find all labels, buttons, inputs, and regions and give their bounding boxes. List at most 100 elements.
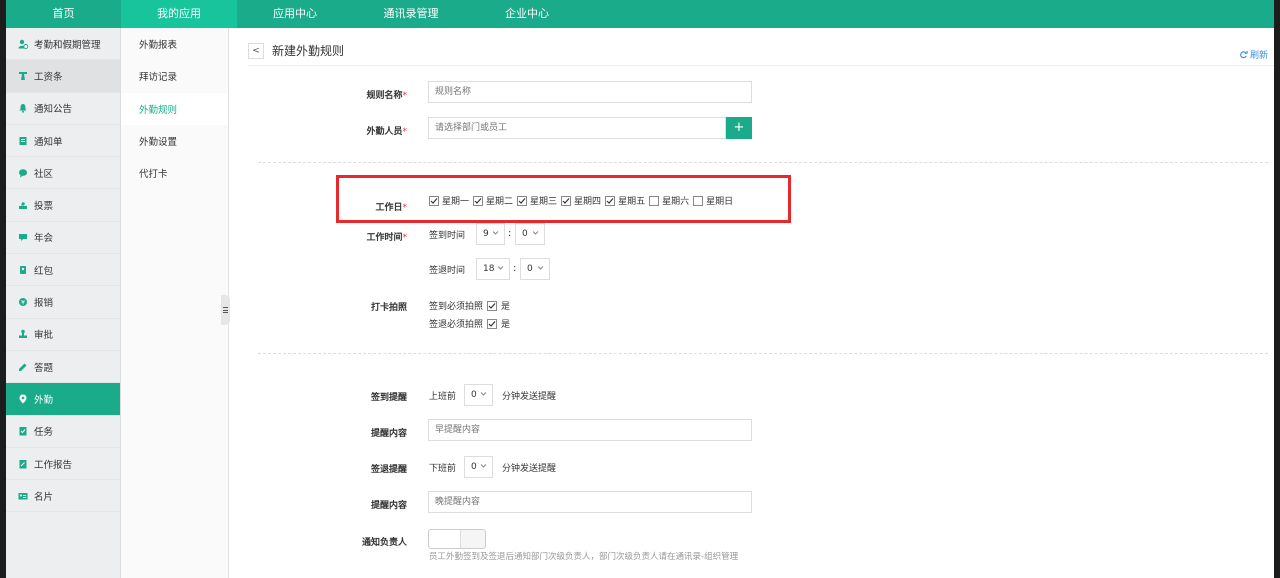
sidebar-item-label: 名片: [34, 491, 54, 503]
menu-icon: [223, 306, 228, 315]
select-value: 0: [471, 390, 477, 400]
vote-icon: [18, 200, 28, 210]
sidebar-item-red-packet[interactable]: 红包: [6, 254, 120, 287]
pencil-icon: [18, 362, 28, 372]
chevron-down-icon: [532, 231, 539, 235]
sidebar-item-notice[interactable]: 通知单: [6, 125, 120, 158]
sign-in-photo-label: 签到必须拍照: [429, 302, 484, 312]
sidebar-item-work-report[interactable]: 工作报告: [6, 448, 120, 481]
sign-in-photo-row: 签到必须拍照 是: [429, 299, 510, 312]
sign-in-hour-select[interactable]: 9: [476, 223, 505, 245]
sign-out-photo-row: 签退必须拍照 是: [429, 317, 510, 330]
sidebar-item-label: 社区: [34, 168, 54, 180]
sidebar-item-vote[interactable]: 投票: [6, 189, 120, 222]
checklist-icon: [18, 426, 28, 436]
sidebar-item-label: 工资条: [34, 71, 63, 83]
report-icon: [18, 459, 28, 469]
sidebar-item-reimbursement[interactable]: ¥ 报销: [6, 286, 120, 319]
section-divider: [258, 162, 1268, 163]
back-button[interactable]: <: [248, 42, 264, 59]
sidebar-item-label: 答题: [34, 362, 54, 374]
chevron-down-icon: [480, 392, 487, 396]
field-staff-label: 外勤人员*: [366, 127, 407, 137]
checkmark-icon: [488, 320, 496, 327]
app-frame: 考勤和假期管理 工资条 通知公告 通知单 社区 投票 年会 红包 ¥ 报销 审批…: [6, 28, 1274, 578]
sub-sidebar: 外勤报表 拜访记录 外勤规则 外勤设置 代打卡: [121, 28, 229, 578]
topnav-contacts[interactable]: 通讯录管理: [353, 0, 469, 28]
topnav-enterprise[interactable]: 企业中心: [469, 0, 585, 28]
time-separator: :: [508, 228, 512, 239]
sidebar-item-label: 审批: [34, 330, 54, 342]
topnav-home[interactable]: 首页: [6, 0, 121, 28]
toggle-knob: [429, 530, 461, 548]
sign-in-reminder-select[interactable]: 0: [464, 384, 493, 406]
sign-out-time-label: 签退时间: [429, 266, 466, 276]
sidebar-item-payslip[interactable]: 工资条: [6, 60, 120, 93]
work-time-label: 工作时间*: [366, 233, 407, 243]
refresh-button[interactable]: 刷新: [1239, 48, 1268, 61]
main-content: < 新建外勤规则 刷新 规则名称* 外勤人员* + 工作日* 星期一 星期二 星…: [230, 28, 1274, 578]
location-pin-icon: [18, 394, 28, 404]
notify-manager-label: 通知负责人: [361, 538, 407, 548]
notify-manager-toggle[interactable]: [428, 529, 486, 549]
svg-text:¥: ¥: [21, 299, 25, 306]
sidebar-item-label: 投票: [34, 201, 54, 213]
workdays-highlight-box: [336, 175, 791, 223]
sidebar-item-label: 年会: [34, 233, 54, 245]
sign-in-photo-value: 是: [501, 302, 511, 312]
sign-out-photo-checkbox[interactable]: [487, 318, 498, 329]
chevron-down-icon: [497, 266, 504, 270]
subnav-proxy-punch[interactable]: 代打卡: [121, 157, 228, 189]
sidebar-item-business-card[interactable]: 名片: [6, 480, 120, 513]
sign-in-reminder-label: 签到提醒: [370, 393, 407, 403]
subnav-field-rules[interactable]: 外勤规则: [121, 92, 228, 125]
morning-reminder-input[interactable]: [428, 419, 752, 441]
sidebar-item-approval[interactable]: 审批: [6, 319, 120, 351]
subnav-field-settings[interactable]: 外勤设置: [121, 125, 228, 157]
notify-manager-hint: 员工外勤签到及签退后通知部门次级负责人，部门次级负责人请在通讯录-组织管理: [429, 552, 739, 562]
select-value: 0: [527, 264, 533, 274]
sign-out-photo-value: 是: [501, 320, 511, 330]
checkmark-icon: [488, 302, 496, 309]
sign-out-minute-select[interactable]: 0: [520, 258, 550, 280]
subnav-visit-records[interactable]: 拜访记录: [121, 60, 228, 92]
sidebar-item-label: 通知单: [34, 136, 63, 148]
sidebar-item-label: 工作报告: [34, 459, 73, 471]
sidebar-item-field-work[interactable]: 外勤: [6, 383, 120, 416]
evening-reminder-input[interactable]: [428, 491, 752, 513]
topnav-app-center[interactable]: 应用中心: [237, 0, 353, 28]
sign-out-hour-select[interactable]: 18: [476, 258, 510, 280]
top-nav: 首页 我的应用 应用中心 通讯录管理 企业中心: [6, 0, 1274, 28]
header-divider: [248, 65, 1274, 66]
sign-in-photo-checkbox[interactable]: [487, 300, 498, 311]
select-value: 0: [522, 229, 528, 239]
refresh-icon: [1240, 50, 1248, 59]
sidebar-item-community[interactable]: 社区: [6, 157, 120, 190]
subnav-field-report[interactable]: 外勤报表: [121, 28, 228, 60]
sidebar-item-quiz[interactable]: 答题: [6, 351, 120, 384]
sign-in-minute-select[interactable]: 0: [515, 223, 545, 245]
chevron-down-icon: [492, 231, 499, 235]
time-separator: :: [513, 263, 517, 274]
sidebar-item-announcement[interactable]: 通知公告: [6, 93, 120, 125]
sidebar-item-label: 任务: [34, 427, 54, 439]
sidebar-item-task[interactable]: 任务: [6, 416, 120, 448]
topnav-my-apps[interactable]: 我的应用: [121, 0, 237, 28]
sign-out-reminder-suffix: 分钟发送提醒: [502, 464, 557, 474]
reminder-content-label: 提醒内容: [370, 429, 407, 439]
sidebar-item-attendance[interactable]: 考勤和假期管理: [6, 28, 120, 61]
select-value: 0: [471, 462, 477, 472]
sidebar-collapse-handle[interactable]: [221, 295, 230, 325]
sign-out-photo-label: 签退必须拍照: [429, 320, 484, 330]
sign-out-reminder-label: 签退提醒: [370, 465, 407, 475]
sign-out-reminder-select[interactable]: 0: [464, 456, 493, 478]
field-staff-input[interactable]: [428, 117, 726, 139]
document-icon: [18, 136, 28, 146]
sidebar-item-annual-meeting[interactable]: 年会: [6, 222, 120, 255]
flag-icon: [18, 232, 28, 242]
add-staff-button[interactable]: +: [726, 117, 752, 139]
coin-icon: ¥: [18, 297, 28, 307]
page-header: < 新建外勤规则: [248, 42, 344, 59]
photo-label: 打卡拍照: [370, 303, 407, 313]
rule-name-input[interactable]: [428, 81, 752, 103]
